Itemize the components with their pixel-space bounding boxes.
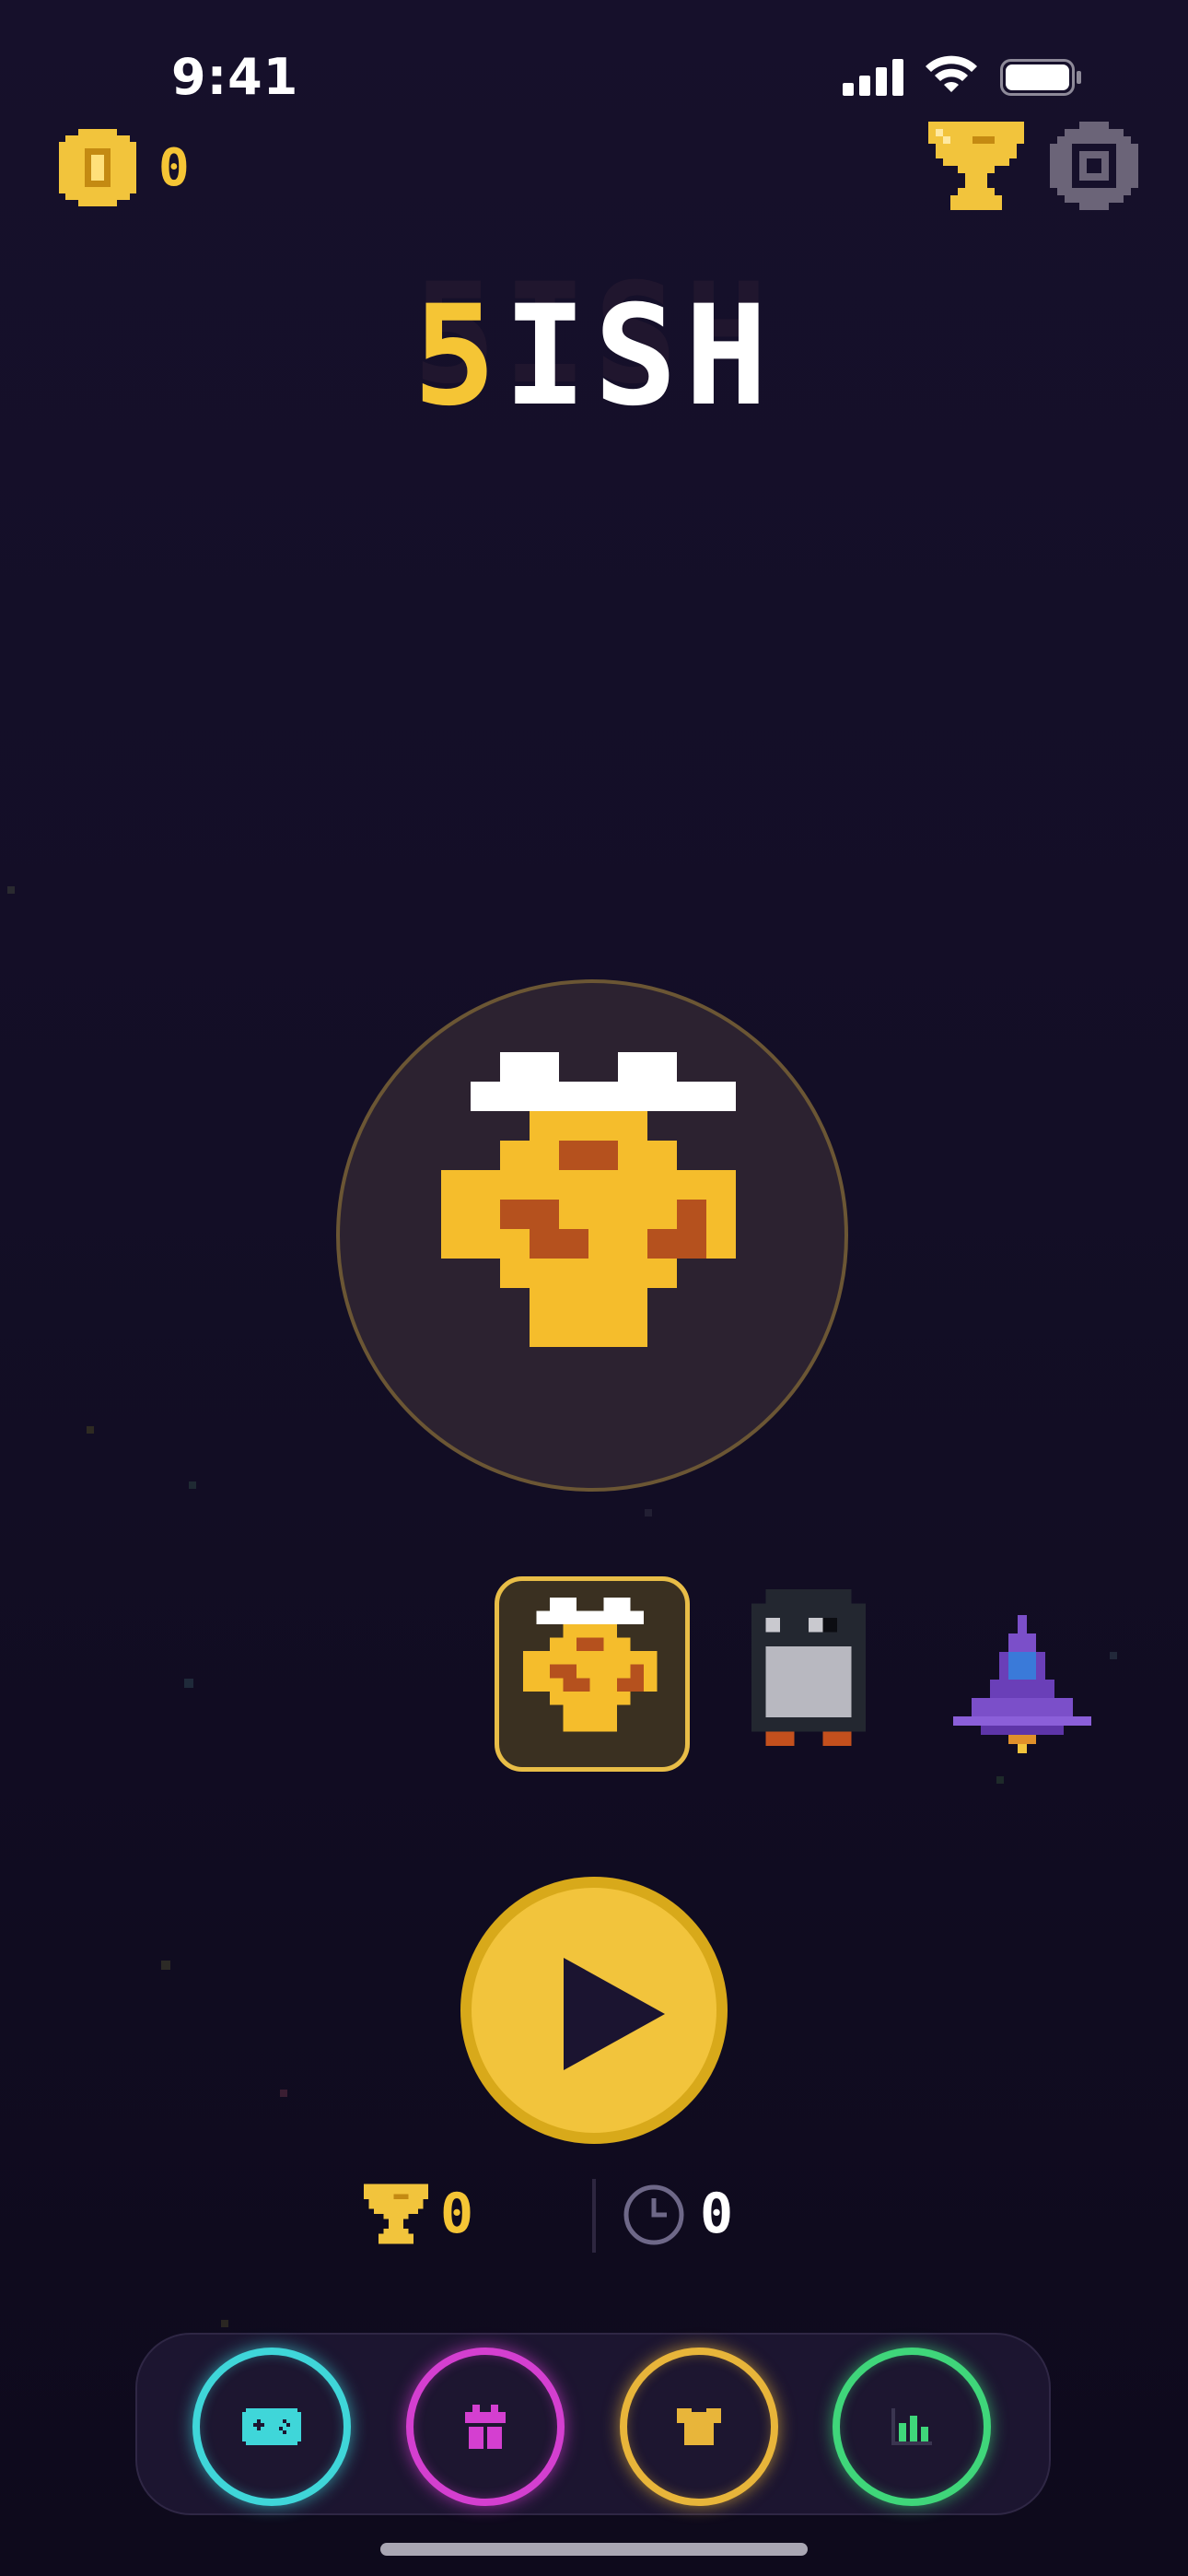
home-indicator[interactable] xyxy=(380,2543,808,2556)
logo-rest: ISH xyxy=(503,276,775,437)
cookie-character-icon xyxy=(523,1598,658,1732)
nav-game-button[interactable] xyxy=(192,2348,351,2506)
shirt-icon xyxy=(677,2408,721,2445)
star-speck xyxy=(645,1509,652,1516)
nav-gift-button[interactable] xyxy=(406,2348,565,2506)
clock-icon xyxy=(623,2184,684,2245)
play-button[interactable] xyxy=(460,1877,728,2144)
nav-stats-button[interactable] xyxy=(833,2348,991,2506)
best-score-trophy-icon xyxy=(364,2184,428,2244)
logo-first-letter: 5 xyxy=(413,276,504,437)
star-speck xyxy=(189,1481,196,1489)
star-speck xyxy=(221,2320,228,2327)
game-controller-icon xyxy=(242,2408,301,2445)
wifi-icon xyxy=(926,55,977,92)
rocket-character-icon xyxy=(953,1615,1091,1753)
best-score-value: 0 xyxy=(440,2182,474,2246)
selected-character-display xyxy=(336,979,848,1492)
game-logo: 5ISH 5ISH xyxy=(0,254,1188,437)
star-speck xyxy=(996,1776,1004,1784)
coin-icon xyxy=(59,129,136,206)
bottom-nav xyxy=(135,2333,1051,2515)
star-speck xyxy=(184,1679,193,1688)
nav-shop-button[interactable] xyxy=(620,2348,778,2506)
star-speck xyxy=(280,2090,287,2097)
coin-count: 0 xyxy=(158,138,190,198)
star-speck xyxy=(87,1426,94,1434)
settings-gear-button[interactable] xyxy=(1050,122,1138,210)
time-value: 0 xyxy=(700,2182,734,2246)
penguin-character-icon xyxy=(751,1589,866,1746)
cookie-character-icon xyxy=(441,1052,736,1347)
stats-divider xyxy=(592,2179,596,2253)
bar-chart-icon xyxy=(891,2408,932,2445)
star-speck xyxy=(7,886,15,894)
battery-icon xyxy=(1000,59,1081,96)
trophy-button[interactable] xyxy=(928,122,1024,210)
character-slot-cookie[interactable] xyxy=(495,1576,690,1772)
logo-text: 5ISH xyxy=(0,276,1188,437)
star-speck xyxy=(161,1961,170,1970)
cellular-signal-icon xyxy=(843,59,903,96)
character-slot-penguin[interactable] xyxy=(711,1576,906,1772)
character-slot-rocket[interactable] xyxy=(926,1576,1121,1772)
status-time: 9:41 xyxy=(171,48,299,106)
gift-icon xyxy=(465,2405,506,2449)
play-icon xyxy=(564,1958,665,2070)
